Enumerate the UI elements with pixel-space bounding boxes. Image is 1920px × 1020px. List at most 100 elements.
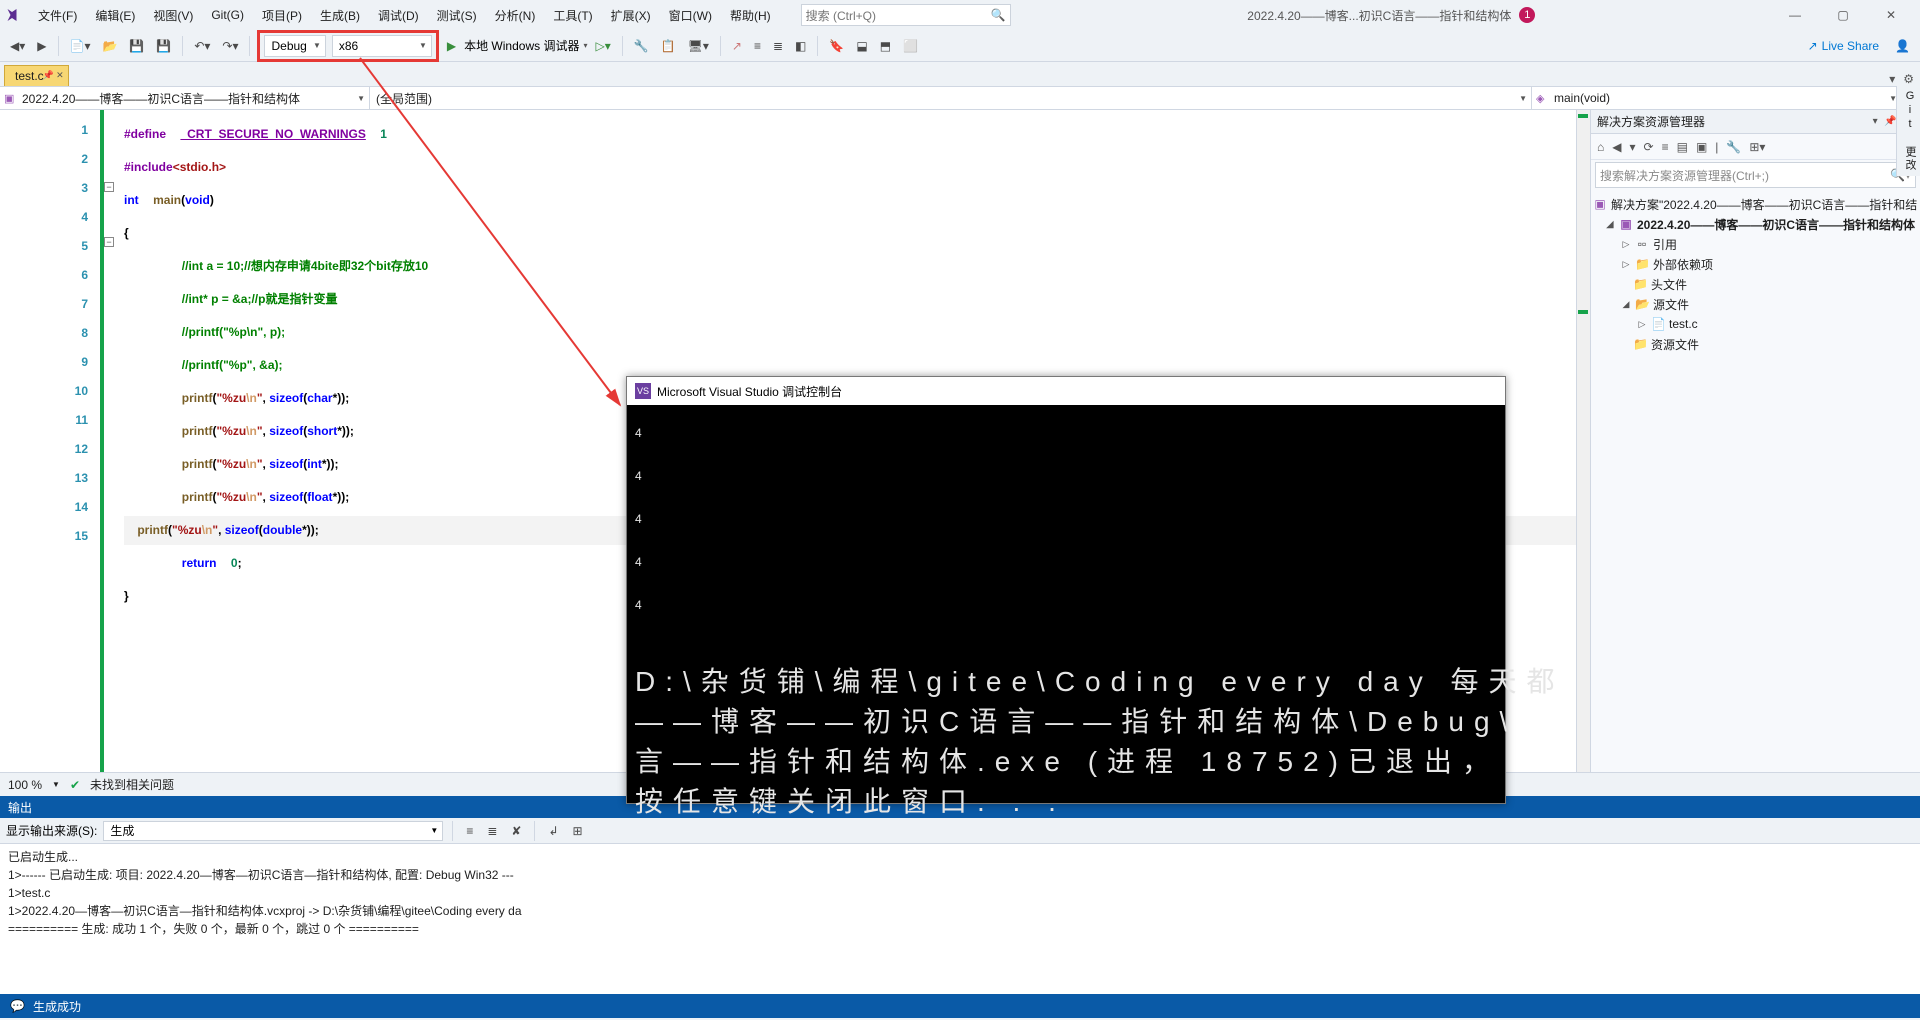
menu-edit[interactable]: 编辑(E) bbox=[87, 3, 143, 28]
global-search-input[interactable]: 搜索 (Ctrl+Q) 🔍 bbox=[801, 4, 1011, 26]
redo-button[interactable]: ↷▾ bbox=[218, 36, 242, 56]
headers-node[interactable]: 📁头文件 bbox=[1593, 274, 1918, 294]
se-back-icon[interactable]: ◀ bbox=[1612, 140, 1621, 154]
menu-tools[interactable]: 工具(T) bbox=[545, 3, 600, 28]
tb-icon-2[interactable]: 📋 bbox=[657, 36, 680, 56]
se-home-icon[interactable]: ⌂ bbox=[1597, 140, 1604, 154]
nav-project-combo[interactable]: ▣2022.4.20——博客——初识C语言——指针和结构体▼ bbox=[0, 87, 370, 109]
save-all-button[interactable]: 💾 bbox=[152, 36, 175, 56]
tb-icon-5[interactable]: ≡ bbox=[750, 36, 765, 56]
nav-back-button[interactable]: ◀▾ bbox=[6, 36, 29, 56]
debugger-label[interactable]: 本地 Windows 调试器 bbox=[464, 37, 579, 54]
solution-root[interactable]: ▣解决方案"2022.4.20——博客——初识C语言——指针和结 bbox=[1593, 194, 1918, 214]
config-combo[interactable]: Debug▼ bbox=[264, 35, 325, 57]
config-platform-group: Debug▼ x86▼ bbox=[257, 30, 438, 62]
menu-test[interactable]: 测试(S) bbox=[429, 3, 485, 28]
status-icon: 💬 bbox=[10, 999, 25, 1013]
out-icon-3[interactable]: ✘ bbox=[507, 821, 525, 841]
output-source-combo[interactable]: 生成▼ bbox=[103, 821, 443, 841]
minimize-button[interactable]: — bbox=[1772, 0, 1818, 30]
solution-explorer-panel: 解决方案资源管理器▾ 📌 ✕ ⌂ ◀▾ ⟳ ≡ ▤ ▣ | 🔧 ⊞▾ 搜索解决方… bbox=[1590, 110, 1920, 772]
menu-analyze[interactable]: 分析(N) bbox=[487, 3, 544, 28]
resource-node[interactable]: 📁资源文件 bbox=[1593, 334, 1918, 354]
tb-icon-9[interactable]: ⬓ bbox=[852, 36, 871, 56]
nav-bar: ▣2022.4.20——博客——初识C语言——指针和结构体▼ (全局范围)▼ ◈… bbox=[0, 86, 1920, 110]
window-title: 2022.4.20——博客...初识C语言——指针和结构体 1 bbox=[1013, 7, 1770, 24]
out-icon-1[interactable]: ≡ bbox=[462, 821, 477, 841]
debug-console-window[interactable]: VS Microsoft Visual Studio 调试控制台 4 4 4 4… bbox=[626, 376, 1506, 804]
menu-file[interactable]: 文件(F) bbox=[30, 3, 85, 28]
tb-icon-3[interactable]: 🖥▾ bbox=[684, 36, 713, 56]
tb-icon-8[interactable]: 🔖 bbox=[825, 36, 848, 56]
menu-help[interactable]: 帮助(H) bbox=[722, 3, 779, 28]
status-bar: 💬 生成成功 bbox=[0, 994, 1920, 1018]
output-text[interactable]: 已启动生成... 1>------ 已启动生成: 项目: 2022.4.20—博… bbox=[0, 844, 1920, 994]
solution-tree[interactable]: ▣解决方案"2022.4.20——博客——初识C语言——指针和结 ◢▣2022.… bbox=[1591, 190, 1920, 772]
tb-icon-7[interactable]: ◧ bbox=[791, 36, 810, 56]
git-changes-tab[interactable]: Git 更改 bbox=[1896, 86, 1920, 176]
fold-margin[interactable]: −− bbox=[100, 110, 114, 772]
menu-bar: 文件(F) 编辑(E) 视图(V) Git(G) 项目(P) 生成(B) 调试(… bbox=[0, 0, 1920, 30]
document-tab-well: test.c📌 ✕ ▾ ⚙ bbox=[0, 62, 1920, 86]
maximize-button[interactable]: ▢ bbox=[1820, 0, 1866, 30]
window-title-text: 2022.4.20——博客...初识C语言——指针和结构体 bbox=[1247, 7, 1511, 24]
se-showall-icon[interactable]: ▤ bbox=[1677, 140, 1688, 154]
tb-icon-11[interactable]: ⬜ bbox=[899, 36, 922, 56]
pin-icon[interactable]: 📌 ✕ bbox=[42, 70, 63, 81]
nav-fwd-button[interactable]: ▶ bbox=[33, 36, 50, 56]
source-node[interactable]: ◢📂源文件 bbox=[1593, 294, 1918, 314]
menu-git[interactable]: Git(G) bbox=[203, 4, 252, 26]
save-button[interactable]: 💾 bbox=[125, 36, 148, 56]
tb-icon-6[interactable]: ≣ bbox=[769, 36, 787, 56]
se-filter-icon[interactable]: ≡ bbox=[1662, 140, 1669, 154]
external-deps-node[interactable]: ▷📁外部依赖项 bbox=[1593, 254, 1918, 274]
close-button[interactable]: ✕ bbox=[1868, 0, 1914, 30]
console-output: 4 4 4 4 4 D:\杂货铺\编程\gitee\Coding every d… bbox=[627, 405, 1505, 826]
tab-test-c[interactable]: test.c📌 ✕ bbox=[4, 65, 69, 86]
menu-window[interactable]: 窗口(W) bbox=[661, 3, 720, 28]
notification-badge[interactable]: 1 bbox=[1519, 7, 1535, 23]
error-strip[interactable] bbox=[1576, 110, 1590, 772]
tb-icon-10[interactable]: ⬒ bbox=[876, 36, 895, 56]
tb-icon-4[interactable]: ↗ bbox=[728, 36, 746, 56]
open-button[interactable]: 📂 bbox=[98, 36, 121, 56]
menu-extensions[interactable]: 扩展(X) bbox=[603, 3, 659, 28]
nav-scope-combo[interactable]: (全局范围)▼ bbox=[370, 87, 1532, 109]
console-title-bar[interactable]: VS Microsoft Visual Studio 调试控制台 bbox=[627, 377, 1505, 405]
file-test-c[interactable]: ▷📄test.c bbox=[1593, 314, 1918, 334]
tab-overflow-button[interactable]: ▾ bbox=[1889, 72, 1895, 86]
se-collapse-icon[interactable]: ▣ bbox=[1696, 140, 1707, 154]
nav-member-combo[interactable]: ◈main(void)▼ bbox=[1532, 87, 1902, 109]
tab-settings-icon[interactable]: ⚙ bbox=[1903, 72, 1914, 86]
menu-debug[interactable]: 调试(D) bbox=[370, 3, 427, 28]
menu-project[interactable]: 项目(P) bbox=[254, 3, 310, 28]
project-node[interactable]: ◢▣2022.4.20——博客——初识C语言——指针和结构体 bbox=[1593, 214, 1918, 234]
undo-button[interactable]: ↶▾ bbox=[190, 36, 214, 56]
se-view-icon[interactable]: ⊞▾ bbox=[1749, 140, 1765, 154]
menu-build[interactable]: 生成(B) bbox=[312, 3, 368, 28]
new-item-button[interactable]: 📄▾ bbox=[66, 36, 95, 56]
ok-icon: ✔ bbox=[70, 778, 80, 792]
se-props-icon[interactable]: 🔧 bbox=[1726, 140, 1741, 154]
vs-logo-icon bbox=[6, 6, 24, 24]
out-icon-4[interactable]: ↲ bbox=[544, 821, 562, 841]
account-icon[interactable]: 👤 bbox=[1891, 36, 1914, 56]
share-icon: ↗ bbox=[1808, 39, 1818, 53]
se-sync-icon[interactable]: ⟳ bbox=[1644, 140, 1654, 154]
solution-explorer-title[interactable]: 解决方案资源管理器▾ 📌 ✕ bbox=[1591, 110, 1920, 134]
out-icon-2[interactable]: ≣ bbox=[483, 821, 501, 841]
references-node[interactable]: ▷▫▫引用 bbox=[1593, 234, 1918, 254]
start-nodebug-button[interactable]: ▷▾ bbox=[591, 36, 614, 56]
zoom-combo[interactable]: 100 % bbox=[8, 778, 42, 792]
tb-icon-1[interactable]: 🔧 bbox=[630, 36, 653, 56]
issues-text[interactable]: 未找到相关问题 bbox=[90, 776, 174, 793]
console-title-text: Microsoft Visual Studio 调试控制台 bbox=[657, 383, 842, 400]
start-debug-button[interactable]: ▶ bbox=[443, 36, 460, 56]
platform-combo[interactable]: x86▼ bbox=[332, 35, 432, 57]
menu-view[interactable]: 视图(V) bbox=[145, 3, 201, 28]
search-placeholder: 搜索 (Ctrl+Q) bbox=[806, 7, 876, 24]
live-share-button[interactable]: ↗Live Share bbox=[1808, 39, 1879, 53]
out-icon-5[interactable]: ⊞ bbox=[569, 821, 587, 841]
solution-search-input[interactable]: 搜索解决方案资源管理器(Ctrl+;)🔍▾ bbox=[1595, 162, 1916, 188]
solution-explorer-toolbar: ⌂ ◀▾ ⟳ ≡ ▤ ▣ | 🔧 ⊞▾ bbox=[1591, 134, 1920, 160]
